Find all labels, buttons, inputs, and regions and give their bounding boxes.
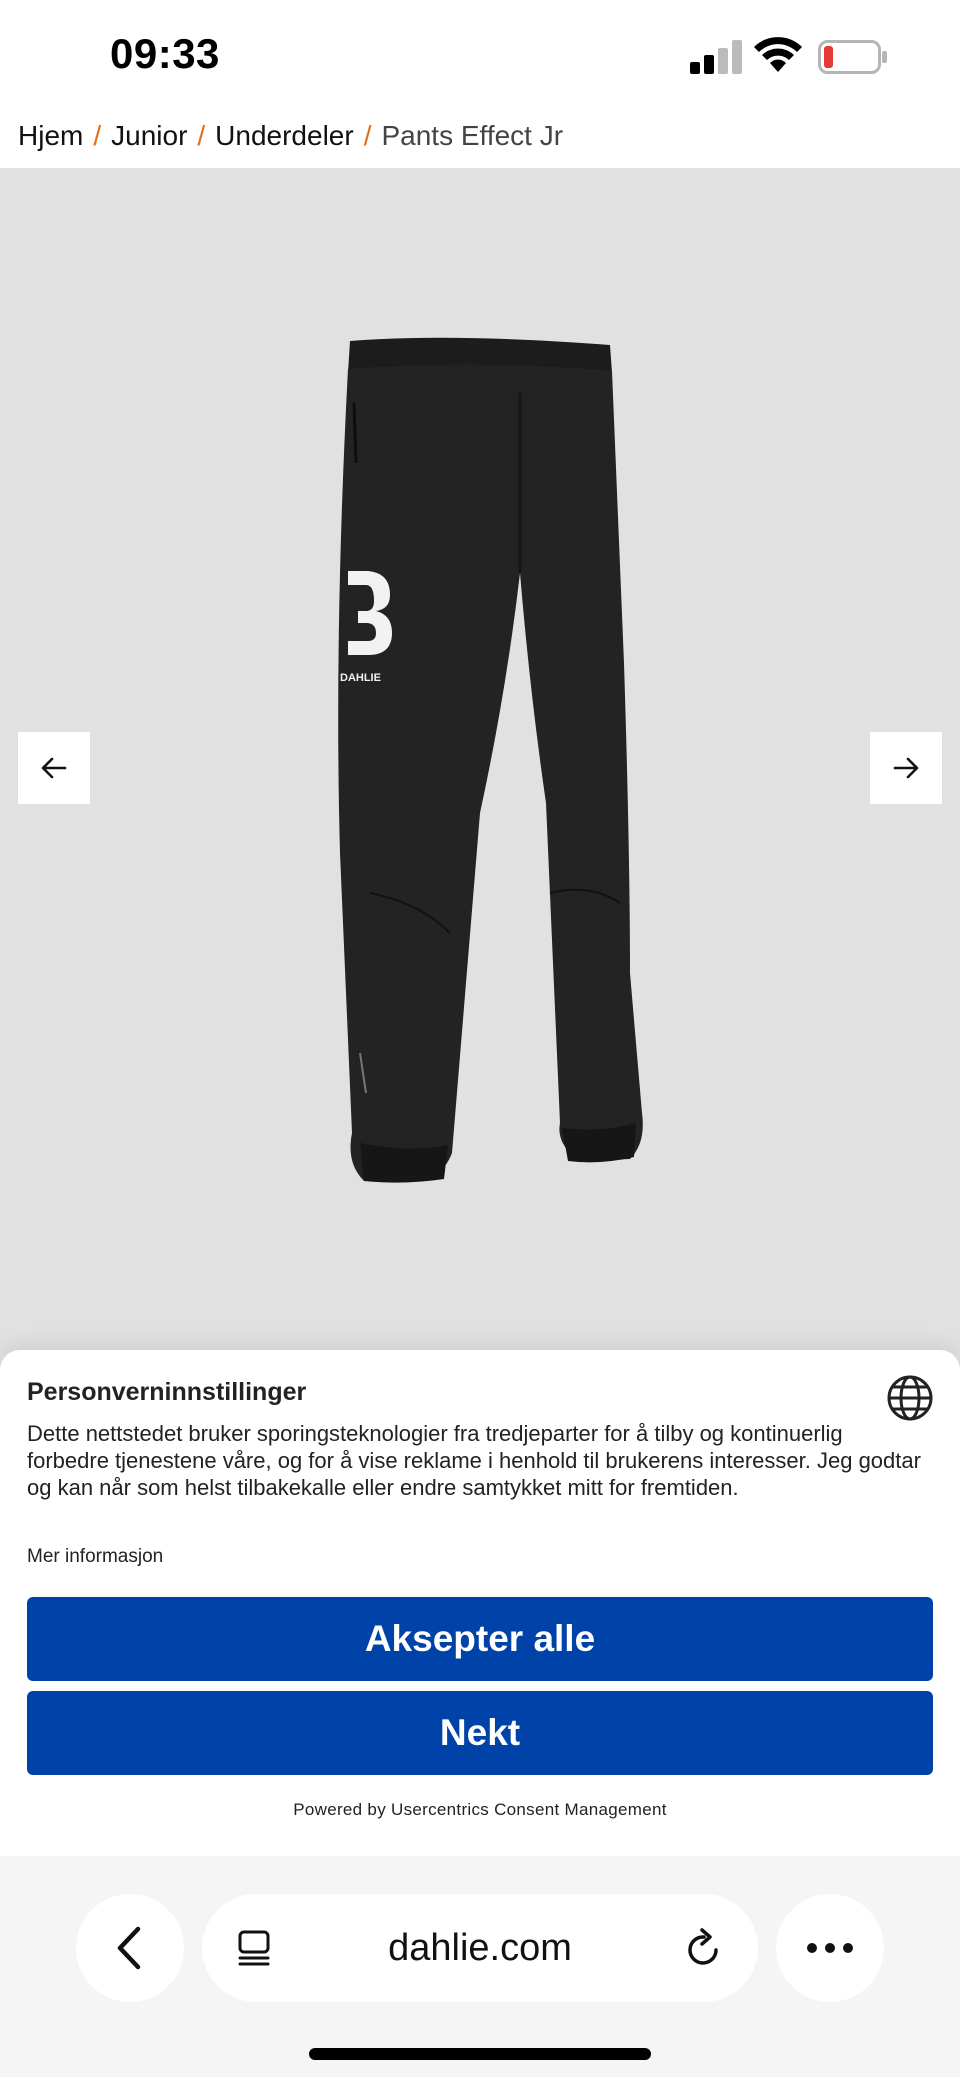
reload-icon[interactable] (682, 1926, 726, 1970)
url-domain: dahlie.com (388, 1926, 572, 1969)
back-button[interactable] (76, 1894, 184, 2002)
more-info-link[interactable]: Mer informasjon (27, 1546, 163, 1568)
carousel-next-button[interactable] (870, 732, 942, 804)
status-time: 09:33 (110, 30, 220, 77)
powered-by-text: Powered by Usercentrics Consent Manageme… (293, 1800, 667, 1819)
wifi-icon (754, 37, 802, 72)
svg-text:DAHLIE: DAHLIE (340, 672, 381, 684)
signal-icon (690, 40, 742, 74)
breadcrumb-link-hjem[interactable]: Hjem (18, 120, 83, 152)
accept-all-button[interactable]: Aksepter alle (27, 1597, 933, 1681)
carousel-prev-button[interactable] (18, 732, 90, 804)
breadcrumb-separator: / (363, 120, 372, 151)
address-bar[interactable]: dahlie.com (202, 1894, 758, 2002)
consent-description: Dette nettstedet bruker sporingsteknolog… (27, 1421, 921, 1500)
arrow-left-icon (41, 757, 67, 779)
status-bar: 09:33 (0, 0, 960, 108)
battery-icon (818, 40, 887, 74)
consent-title: Personverninnstillinger (27, 1378, 307, 1406)
breadcrumb: Hjem / Junior / Underdeler / Pants Effec… (18, 116, 563, 156)
product-image-carousel: DAHLIE (0, 168, 960, 1380)
breadcrumb-link-underdeler[interactable]: Underdeler (215, 120, 354, 152)
breadcrumb-current: Pants Effect Jr (381, 120, 564, 151)
browser-toolbar: dahlie.com (0, 1856, 960, 2077)
home-indicator (309, 2048, 651, 2060)
pants-image: DAHLIE (338, 337, 643, 1183)
deny-button[interactable]: Nekt (27, 1691, 933, 1775)
more-icon (807, 1943, 853, 1953)
breadcrumb-link-junior[interactable]: Junior (111, 120, 187, 152)
more-button[interactable] (776, 1894, 884, 2002)
globe-icon[interactable] (886, 1374, 934, 1422)
arrow-right-icon (893, 757, 919, 779)
breadcrumb-separator: / (197, 120, 206, 151)
consent-banner: Personverninnstillinger Dette nettstedet… (0, 1350, 960, 1856)
chevron-left-icon (117, 1926, 141, 1970)
breadcrumb-separator: / (93, 120, 102, 151)
